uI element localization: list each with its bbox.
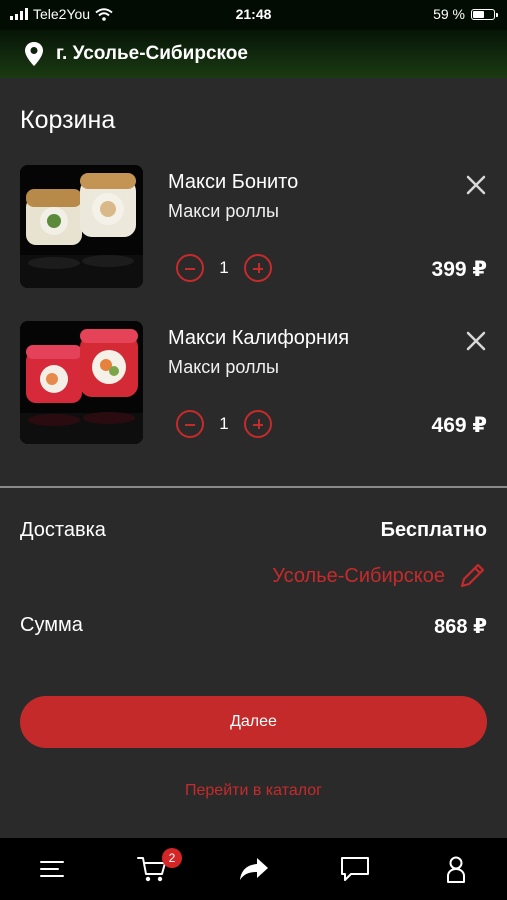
- next-button[interactable]: Далее: [20, 696, 487, 748]
- delivery-value: Бесплатно: [380, 519, 487, 541]
- tab-share[interactable]: [224, 838, 284, 900]
- product-category: Макси роллы: [168, 201, 279, 221]
- remove-item-icon[interactable]: [462, 171, 490, 199]
- quantity-value: 1: [219, 414, 229, 433]
- cart-badge: 2: [162, 848, 182, 868]
- delivery-address-row[interactable]: Усолье-Сибирское: [272, 561, 487, 591]
- quantity-stepper: 1: [176, 410, 272, 438]
- remove-item-icon[interactable]: [462, 327, 490, 355]
- battery-icon: [471, 8, 498, 20]
- battery-group: 59 %: [433, 6, 498, 22]
- decrease-quantity-button[interactable]: [176, 410, 204, 438]
- edit-pencil-icon[interactable]: [457, 561, 487, 591]
- product-name: Макси Бонито: [168, 171, 299, 193]
- product-price: 469 ₽: [431, 414, 487, 437]
- page-title: Корзина: [20, 106, 116, 134]
- product-price: 399 ₽: [431, 258, 487, 281]
- location-city: г. Усолье-Сибирское: [56, 43, 248, 64]
- decrease-quantity-button[interactable]: [176, 254, 204, 282]
- quantity-value: 1: [219, 258, 229, 277]
- section-divider: [0, 486, 507, 488]
- profile-icon: [447, 856, 465, 883]
- product-category: Макси роллы: [168, 357, 279, 377]
- chat-icon: [341, 857, 369, 881]
- menu-icon: [40, 861, 64, 877]
- product-name: Макси Калифорния: [168, 327, 350, 349]
- cart-item: Макси Калифорния Макси роллы 1 469 ₽: [0, 321, 507, 445]
- location-pin-icon: [25, 42, 43, 66]
- go-to-catalog-link[interactable]: Перейти в каталог: [0, 782, 507, 800]
- delivery-label: Доставка: [20, 519, 106, 541]
- cart-item: Макси Бонито Макси роллы 1 399 ₽: [0, 165, 507, 289]
- product-image[interactable]: [20, 165, 143, 288]
- product-image[interactable]: [20, 321, 143, 444]
- quantity-stepper: 1: [176, 254, 272, 282]
- status-bar: Tele2You 21:48 59 %: [0, 0, 507, 30]
- total-label: Сумма: [20, 614, 83, 636]
- increase-quantity-button[interactable]: [244, 410, 272, 438]
- tab-bar: [0, 838, 507, 900]
- battery-percent: 59 %: [433, 6, 465, 22]
- tab-menu[interactable]: [22, 838, 82, 900]
- tab-profile[interactable]: [426, 838, 486, 900]
- clock: 21:48: [235, 6, 272, 22]
- share-icon: [240, 858, 268, 880]
- increase-quantity-button[interactable]: [244, 254, 272, 282]
- tab-chat[interactable]: [325, 838, 385, 900]
- delivery-address: Усолье-Сибирское: [272, 564, 445, 587]
- total-value: 868 ₽: [434, 616, 487, 638]
- location-bar[interactable]: г. Усолье-Сибирское: [0, 30, 507, 78]
